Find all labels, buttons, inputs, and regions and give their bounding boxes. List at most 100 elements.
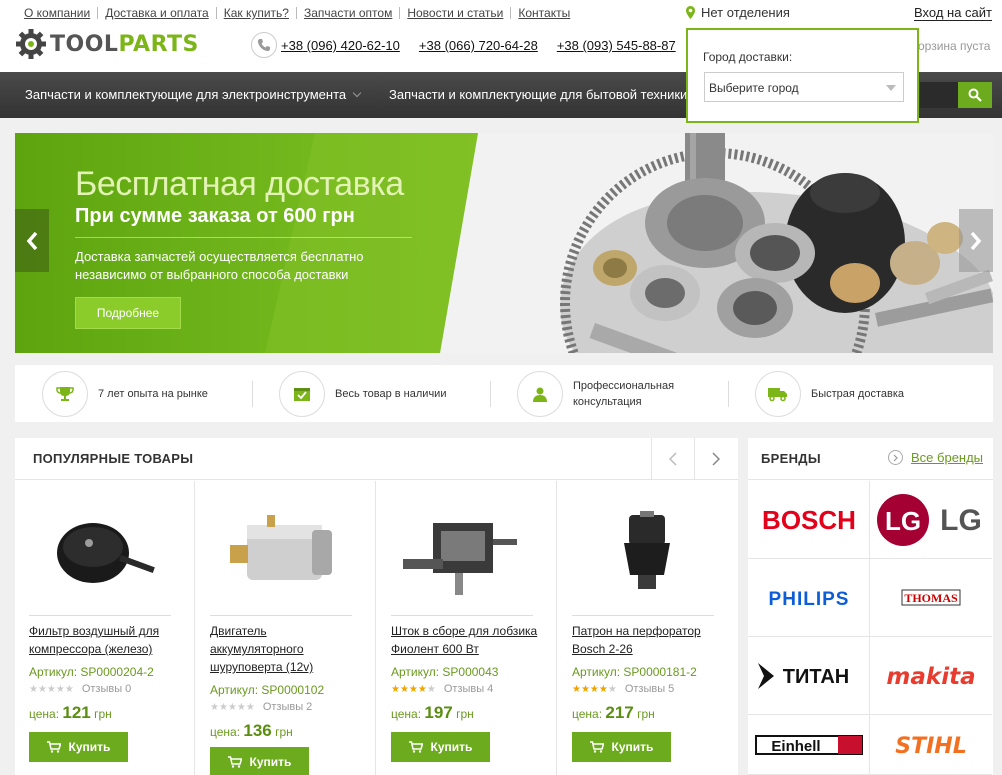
search-input[interactable] (920, 82, 958, 108)
brand-thomas[interactable]: THOMAS (870, 559, 992, 637)
divider (29, 615, 171, 616)
brand-titan[interactable]: ТИТАН (748, 637, 870, 715)
buy-button[interactable]: Купить (210, 747, 309, 775)
product-sku: Артикул: SP0000181-2 (572, 665, 697, 679)
reviews-link[interactable]: Отзывы 5 (625, 683, 674, 695)
buy-button[interactable]: Купить (29, 732, 128, 762)
branch-selector[interactable]: Нет отделения (686, 5, 790, 20)
brand-stihl[interactable]: STIHL (870, 715, 992, 775)
cart-icon (46, 741, 61, 753)
product-image[interactable] (31, 495, 171, 605)
cart-icon (227, 756, 242, 768)
popular-next-button[interactable] (694, 438, 737, 480)
all-brands-link[interactable]: Все бренды (888, 450, 983, 465)
phone-icon (251, 32, 277, 58)
search-icon (968, 88, 982, 102)
feature-divider (490, 381, 491, 407)
slider-next-button[interactable] (959, 209, 993, 272)
banner-subtitle: При сумме заказа от 600 грн (75, 205, 355, 227)
banner-text: Доставка запчастей осуществляется беспла… (75, 249, 364, 282)
banner-divider (75, 237, 412, 238)
svg-text:THOMAS: THOMAS (904, 591, 958, 605)
product-name[interactable]: Фильтр воздушный для компрессора (железо… (29, 622, 179, 658)
brand-philips[interactable]: PHILIPS (748, 559, 870, 637)
makita-logo: makita (886, 664, 975, 690)
product-name[interactable]: Патрон на перфоратор Bosch 2-26 (572, 622, 722, 658)
product-sku: Артикул: SP0000102 (210, 683, 325, 697)
product-rating: ★★★★★ Отзывы 4 (391, 683, 493, 695)
titan-logo: ТИТАН (757, 662, 849, 689)
phone-1[interactable]: +38 (096) 420-62-10 (281, 38, 400, 53)
product-name[interactable]: Двигатель аккумуляторного шуруповерта (1… (210, 622, 360, 676)
svg-text:LG: LG (885, 506, 921, 536)
product-image[interactable] (393, 495, 533, 605)
chevron-left-icon (26, 231, 38, 250)
search-button[interactable] (958, 82, 992, 108)
popular-prev-button[interactable] (651, 438, 694, 480)
nav-power-tool-parts[interactable]: Запчасти и комплектующие для электроинст… (25, 87, 362, 102)
svg-text:ТИТАН: ТИТАН (782, 666, 848, 688)
star-icon: ★★★★★ (391, 683, 436, 695)
chevron-right-icon (888, 450, 903, 465)
buy-button[interactable]: Купить (572, 732, 671, 762)
product-rating: ★★★★★ Отзывы 2 (210, 701, 312, 713)
feature-label: 7 лет опыта на рынке (98, 388, 208, 400)
slider-prev-button[interactable] (15, 209, 49, 272)
product-image[interactable] (574, 495, 714, 605)
cart-status[interactable]: орзина пуста (918, 39, 990, 53)
svg-text:makita: makita (886, 664, 975, 690)
phone-3[interactable]: +38 (093) 545-88-87 (557, 38, 676, 53)
product-sku: Артикул: SP000043 (391, 665, 499, 679)
popular-header: ПОПУЛЯРНЫЕ ТОВАРЫ (15, 438, 738, 480)
brand-makita[interactable]: makita (870, 637, 992, 715)
brand-bosch[interactable]: BOSCH (748, 481, 870, 559)
svg-text:PHILIPS: PHILIPS (768, 589, 849, 610)
product-card: Двигатель аккумуляторного шуруповерта (1… (196, 481, 376, 775)
phone-2[interactable]: +38 (066) 720-64-28 (419, 38, 538, 53)
reviews-link[interactable]: Отзывы 4 (444, 683, 493, 695)
top-link-about[interactable]: О компании (24, 7, 97, 19)
brand-einhell[interactable]: Einhell (748, 715, 870, 775)
svg-text:LG: LG (940, 504, 982, 537)
city-select[interactable]: Выберите город (704, 72, 904, 102)
product-image[interactable] (212, 495, 352, 605)
chevron-left-icon (669, 452, 677, 466)
banner-more-button[interactable]: Подробнее (75, 297, 181, 329)
stihl-logo: STIHL (895, 734, 966, 759)
feature-label: Быстрая доставка (811, 388, 904, 400)
city-dropdown-panel: Город доставки: Выберите город (686, 28, 919, 123)
login-link[interactable]: Вход на сайт (914, 5, 992, 21)
product-price: цена: 197 грн (391, 703, 474, 722)
divider (391, 615, 533, 616)
brands-header: БРЕНДЫ Все бренды (748, 438, 993, 480)
top-link-how-to-buy[interactable]: Как купить? (215, 7, 296, 19)
star-icon: ★★★★★ (29, 683, 74, 695)
reviews-link[interactable]: Отзывы 2 (263, 701, 312, 713)
product-price: цена: 136 грн (210, 721, 293, 740)
feature-label: Профессиональная консультация (573, 380, 675, 408)
product-name[interactable]: Шток в сборе для лобзика Фиолент 600 Вт (391, 622, 541, 658)
truck-icon (755, 371, 801, 417)
top-link-news[interactable]: Новости и статьи (399, 7, 510, 19)
philips-logo: PHILIPS (768, 589, 849, 610)
logo-text: TOOLPARTS (50, 31, 199, 57)
gear-logo-icon (16, 29, 46, 59)
lg-logo: LG LG (877, 493, 982, 546)
product-sku: Артикул: SP0000204-2 (29, 665, 154, 679)
chevron-down-icon (886, 85, 896, 91)
city-select-value: Выберите город (709, 81, 799, 95)
feature-divider (252, 381, 253, 407)
top-link-contacts[interactable]: Контакты (510, 7, 577, 19)
top-link-wholesale[interactable]: Запчасти оптом (295, 7, 399, 19)
reviews-link[interactable]: Отзывы 0 (82, 683, 131, 695)
brand-lg[interactable]: LG LG (870, 481, 992, 559)
top-link-delivery[interactable]: Доставка и оплата (97, 7, 216, 19)
product-card: Фильтр воздушный для компрессора (железо… (15, 481, 195, 775)
buy-button[interactable]: Купить (391, 732, 490, 762)
nav-appliance-parts[interactable]: Запчасти и комплектующие для бытовой тех… (389, 87, 703, 102)
promo-banner: Бесплатная доставка При сумме заказа от … (15, 133, 993, 353)
logo[interactable]: TOOLPARTS (15, 28, 199, 60)
brands-title: БРЕНДЫ (761, 451, 821, 466)
thomas-logo: THOMAS (901, 589, 961, 605)
star-icon: ★★★★★ (210, 701, 255, 713)
